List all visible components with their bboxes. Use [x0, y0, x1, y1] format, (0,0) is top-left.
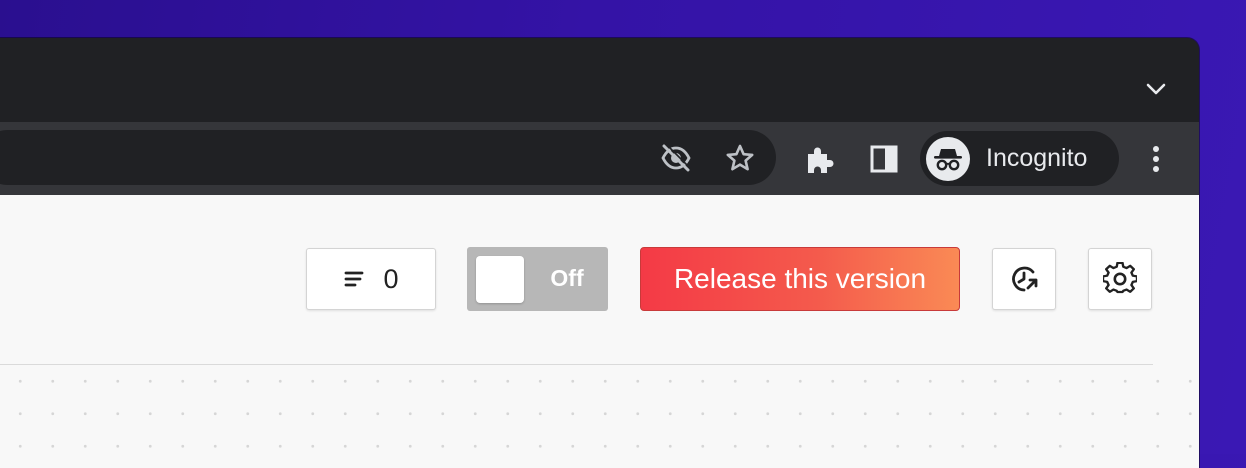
gear-icon: [1103, 262, 1137, 294]
tab-search-button[interactable]: [1138, 74, 1174, 104]
eye-off-icon: [661, 144, 691, 172]
page-content: 0 Off Release this version: [0, 195, 1199, 468]
side-panel-icon: [870, 145, 898, 173]
incognito-profile-chip[interactable]: Incognito: [920, 131, 1119, 186]
history-icon: [1012, 266, 1038, 292]
browser-toolbar: Incognito: [0, 122, 1199, 195]
incognito-icon: [926, 136, 970, 181]
extensions-button[interactable]: [800, 140, 840, 178]
comments-count: 0: [383, 263, 399, 294]
incognito-label: Incognito: [986, 144, 1088, 172]
publish-toggle[interactable]: Off: [467, 247, 608, 311]
release-version-button[interactable]: Release this version: [640, 247, 960, 311]
star-icon: [726, 144, 754, 171]
browser-menu-button[interactable]: [1138, 140, 1174, 178]
comments-button[interactable]: 0: [306, 248, 436, 310]
puzzle-icon: [808, 147, 834, 173]
more-vert-icon: [1153, 146, 1159, 172]
comment-lines-icon: [345, 271, 364, 287]
tab-strip: [0, 38, 1199, 122]
settings-button[interactable]: [1088, 248, 1152, 310]
toggle-knob: [476, 256, 524, 303]
tracking-protection-button[interactable]: [654, 142, 698, 174]
history-button[interactable]: [992, 248, 1056, 310]
side-panel-button[interactable]: [864, 140, 904, 178]
browser-window: Incognito 0 Off Release this version: [0, 38, 1199, 468]
address-bar[interactable]: [0, 130, 776, 185]
content-divider: [0, 364, 1153, 365]
toggle-label: Off: [550, 265, 584, 291]
chevron-down-icon: [1146, 83, 1166, 95]
bookmark-button[interactable]: [720, 140, 760, 176]
